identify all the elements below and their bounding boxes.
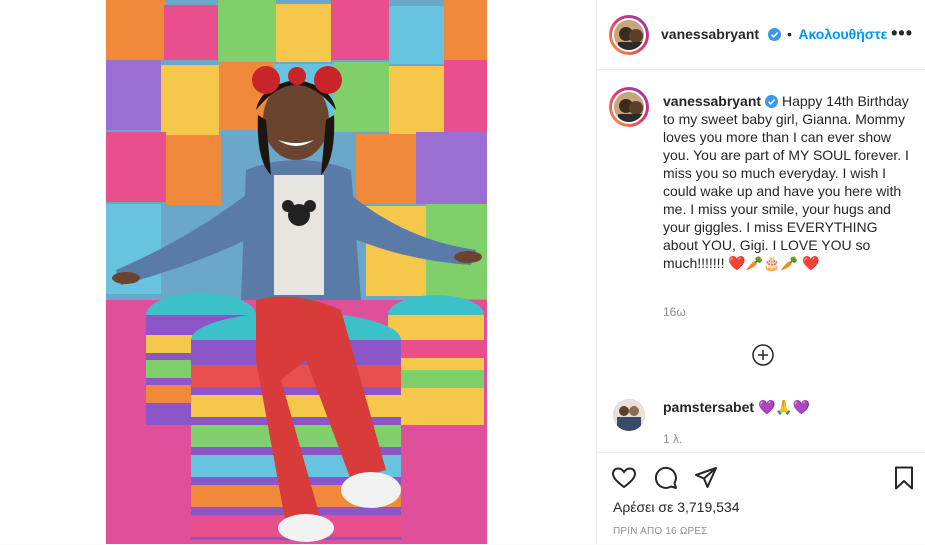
post-caption: vanessabryant Happy 14th Birthday to my … [663,92,911,272]
likes-label: Αρέσει σε [613,499,674,515]
save-bookmark-icon[interactable] [891,465,917,491]
post-header: vanessabryant • Ακολουθήστε ••• [597,0,925,70]
likes-count: 3,719,534 [677,499,740,515]
share-direct-icon[interactable] [693,465,719,491]
post-photo[interactable] [106,0,487,544]
like-heart-icon[interactable] [611,465,637,491]
header-author-row: vanessabryant • Ακολουθήστε [661,26,887,44]
comment-username[interactable]: pamstersabet [663,399,754,415]
plus-circle-icon[interactable] [752,344,774,366]
posted-timestamp[interactable]: ΠΡΙΝ ΑΠΟ 16 ΩΡΕΣ [613,526,708,537]
author-avatar[interactable] [612,18,646,52]
post-details-pane: vanessabryant • Ακολουθήστε ••• vanessab… [596,0,925,544]
post-actions: Αρέσει σε 3,719,534 ΠΡΙΝ ΑΠΟ 16 ΩΡΕΣ [597,452,925,545]
caption-author-avatar[interactable] [612,90,646,124]
comment-text: 💜🙏💜 [757,399,811,415]
avatar-image-icon [613,399,645,431]
caption-text: Happy 14th Birthday to my sweet baby gir… [663,93,913,271]
verified-badge-icon [765,95,779,108]
post-media-pane [0,0,596,544]
comment-bubble-icon[interactable] [653,465,679,491]
photo-illustration [106,0,487,544]
author-username[interactable]: vanessabryant [661,26,759,42]
commenter-avatar[interactable] [613,399,645,431]
comment-timestamp[interactable]: 1 λ. [663,432,682,446]
caption-timestamp[interactable]: 16ω [663,305,686,319]
verified-badge-icon [767,28,781,41]
separator-dot: • [786,26,792,42]
follow-button[interactable]: Ακολουθήστε [798,26,887,42]
caption-username[interactable]: vanessabryant [663,93,761,109]
more-options-icon[interactable]: ••• [891,24,913,42]
likes-summary[interactable]: Αρέσει σε 3,719,534 [613,499,740,515]
comment-row: pamstersabet 💜🙏💜 [663,399,810,416]
